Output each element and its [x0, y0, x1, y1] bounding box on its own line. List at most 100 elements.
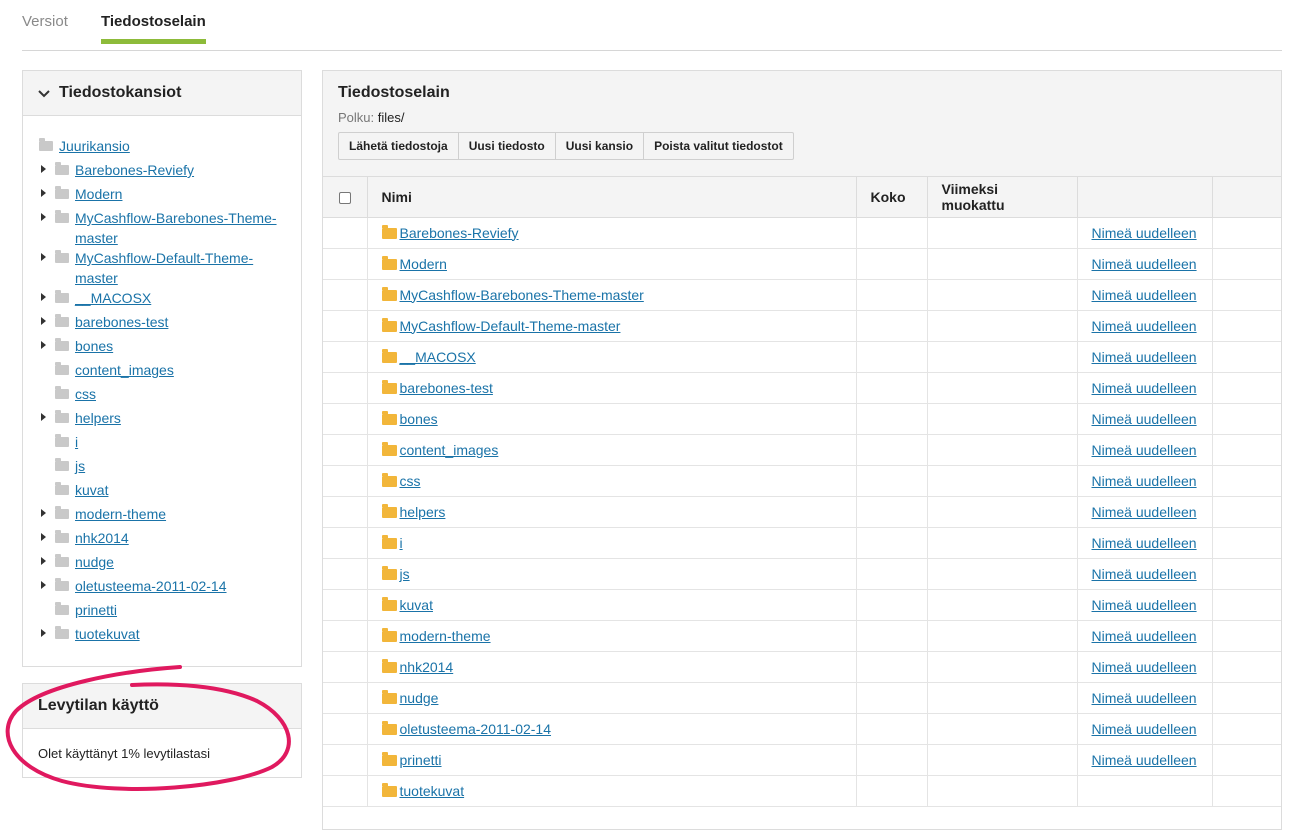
table-row: nudge Nimeä uudelleen — [323, 682, 1281, 714]
file-link[interactable]: __MACOSX — [400, 349, 476, 365]
file-link[interactable]: prinetti — [400, 752, 442, 768]
upload-files-button[interactable]: Lähetä tiedostoja — [338, 132, 459, 160]
row-modified-cell — [927, 434, 1078, 466]
rename-link[interactable]: Nimeä uudelleen — [1092, 473, 1197, 489]
file-link[interactable]: nhk2014 — [400, 659, 454, 675]
row-size-cell — [856, 310, 928, 342]
table-row: MyCashflow-Default-Theme-master Nimeä uud… — [323, 310, 1281, 342]
file-link[interactable]: content_images — [400, 442, 499, 458]
row-extra-cell — [1212, 651, 1281, 683]
new-file-button[interactable]: Uusi tiedosto — [457, 132, 556, 160]
folder-link[interactable]: css — [75, 384, 96, 404]
rename-link[interactable]: Nimeä uudelleen — [1092, 411, 1197, 427]
new-folder-button[interactable]: Uusi kansio — [554, 132, 645, 160]
folder-link[interactable]: prinetti — [75, 600, 117, 620]
folder-icon — [55, 434, 69, 447]
row-extra-cell — [1212, 527, 1281, 559]
root-folder-link[interactable]: Juurikansio — [59, 138, 130, 154]
expand-arrow-icon[interactable] — [41, 629, 46, 637]
rename-link[interactable]: Nimeä uudelleen — [1092, 349, 1197, 365]
select-all-checkbox[interactable] — [339, 192, 351, 205]
folder-link[interactable]: helpers — [75, 408, 121, 428]
folder-link[interactable]: modern-theme — [75, 504, 166, 524]
file-link[interactable]: Modern — [400, 256, 447, 272]
rename-link[interactable]: Nimeä uudelleen — [1092, 504, 1197, 520]
expand-arrow-icon[interactable] — [41, 557, 46, 565]
column-header-size[interactable]: Koko — [856, 177, 928, 218]
tab-versiot[interactable]: Versiot — [22, 13, 68, 44]
folder-link[interactable]: nudge — [75, 552, 114, 572]
rename-link[interactable]: Nimeä uudelleen — [1092, 256, 1197, 272]
file-link[interactable]: Barebones-Reviefy — [400, 225, 519, 241]
rename-link[interactable]: Nimeä uudelleen — [1092, 752, 1197, 768]
file-link[interactable]: MyCashflow-Barebones-Theme-master — [400, 287, 644, 303]
expand-arrow-icon[interactable] — [41, 341, 46, 349]
folder-link[interactable]: barebones-test — [75, 312, 168, 332]
rename-link[interactable]: Nimeä uudelleen — [1092, 225, 1197, 241]
delete-selected-button[interactable]: Poista valitut tiedostot — [643, 132, 794, 160]
column-header-modified[interactable]: Viimeksi muokattu — [927, 177, 1078, 218]
expand-arrow-icon[interactable] — [41, 293, 46, 301]
rename-link[interactable]: Nimeä uudelleen — [1092, 287, 1197, 303]
rename-link[interactable]: Nimeä uudelleen — [1092, 535, 1197, 551]
folder-link[interactable]: __MACOSX — [75, 288, 151, 308]
column-header-name[interactable]: Nimi — [367, 177, 857, 218]
folder-link[interactable]: tuotekuvat — [75, 624, 140, 644]
folder-link[interactable]: js — [75, 456, 85, 476]
file-link[interactable]: kuvat — [400, 597, 433, 613]
expand-arrow-icon[interactable] — [41, 317, 46, 325]
file-link[interactable]: barebones-test — [400, 380, 493, 396]
folder-link[interactable]: nhk2014 — [75, 528, 129, 548]
folders-panel-header[interactable]: Tiedostokansiot — [23, 71, 301, 116]
chevron-down-icon[interactable] — [38, 86, 54, 101]
folder-icon — [55, 482, 69, 495]
tab-tiedostoselain[interactable]: Tiedostoselain — [101, 13, 206, 44]
rename-link[interactable]: Nimeä uudelleen — [1092, 597, 1197, 613]
expand-arrow-icon[interactable] — [41, 253, 46, 261]
rename-link[interactable]: Nimeä uudelleen — [1092, 380, 1197, 396]
folder-link[interactable]: MyCashflow-Barebones-Theme-master — [75, 208, 285, 248]
file-link[interactable]: js — [400, 566, 410, 582]
row-extra-cell — [1212, 434, 1281, 466]
rename-link[interactable]: Nimeä uudelleen — [1092, 659, 1197, 675]
rename-link[interactable]: Nimeä uudelleen — [1092, 442, 1197, 458]
expand-arrow-icon[interactable] — [41, 413, 46, 421]
table-row: tuotekuvat — [323, 775, 1281, 807]
file-link[interactable]: i — [400, 535, 403, 551]
row-size-cell — [856, 713, 928, 745]
disk-usage-text: Olet käyttänyt 1% levytilastasi — [38, 746, 210, 761]
folder-link[interactable]: content_images — [75, 360, 174, 380]
file-link[interactable]: modern-theme — [400, 628, 491, 644]
file-link[interactable]: bones — [400, 411, 438, 427]
expand-arrow-icon[interactable] — [41, 189, 46, 197]
folder-link[interactable]: Barebones-Reviefy — [75, 160, 194, 180]
row-extra-cell — [1212, 496, 1281, 528]
file-link[interactable]: css — [400, 473, 421, 489]
file-link[interactable]: tuotekuvat — [400, 783, 465, 799]
expand-arrow-icon[interactable] — [41, 509, 46, 517]
file-link[interactable]: MyCashflow-Default-Theme-master — [400, 318, 621, 334]
folder-link[interactable]: i — [75, 432, 78, 452]
expand-arrow-icon[interactable] — [41, 165, 46, 173]
rename-link[interactable]: Nimeä uudelleen — [1092, 628, 1197, 644]
rename-link[interactable]: Nimeä uudelleen — [1092, 566, 1197, 582]
folder-link[interactable]: bones — [75, 336, 113, 356]
file-link[interactable]: helpers — [400, 504, 446, 520]
rename-link[interactable]: Nimeä uudelleen — [1092, 721, 1197, 737]
expand-arrow-icon[interactable] — [41, 533, 46, 541]
folder-link[interactable]: Modern — [75, 184, 122, 204]
expand-arrow-icon[interactable] — [41, 213, 46, 221]
rename-link[interactable]: Nimeä uudelleen — [1092, 318, 1197, 334]
file-link[interactable]: oletusteema-2011-02-14 — [400, 721, 552, 737]
folder-link[interactable]: oletusteema-2011-02-14 — [75, 576, 227, 596]
file-browser-title: Tiedostoselain — [338, 84, 450, 101]
folder-link[interactable]: MyCashflow-Default-Theme-master — [75, 248, 285, 288]
row-select-cell — [323, 620, 368, 652]
path-value: files/ — [377, 110, 405, 125]
row-modified-cell — [927, 217, 1078, 249]
file-link[interactable]: nudge — [400, 690, 439, 706]
expand-arrow-icon[interactable] — [41, 581, 46, 589]
table-row: barebones-test Nimeä uudelleen — [323, 372, 1281, 404]
folder-link[interactable]: kuvat — [75, 480, 108, 500]
rename-link[interactable]: Nimeä uudelleen — [1092, 690, 1197, 706]
